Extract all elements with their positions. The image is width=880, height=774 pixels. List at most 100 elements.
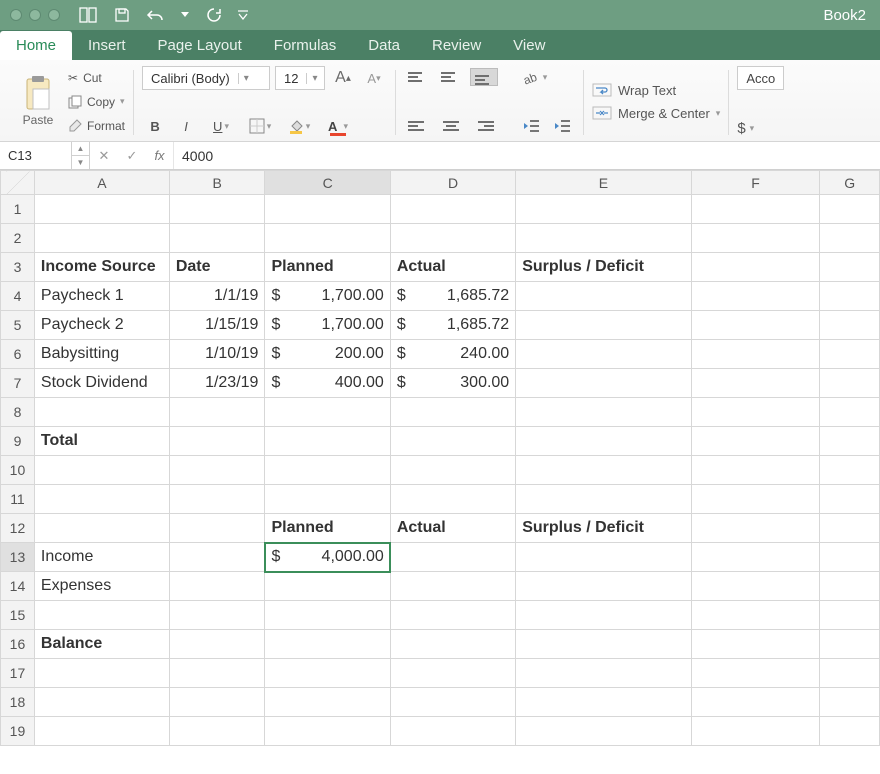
cell[interactable]: [691, 253, 820, 282]
cell[interactable]: [169, 224, 265, 253]
accept-formula-icon[interactable]: ✓: [118, 142, 146, 169]
cell[interactable]: [820, 659, 880, 688]
cell[interactable]: [691, 601, 820, 630]
cell[interactable]: [516, 282, 691, 311]
cell[interactable]: [820, 282, 880, 311]
cell[interactable]: 1/10/19: [169, 340, 265, 369]
cell[interactable]: [691, 311, 820, 340]
cell[interactable]: [265, 224, 390, 253]
wrap-text-button[interactable]: Wrap Text: [592, 83, 720, 98]
cell[interactable]: [265, 456, 390, 485]
col-header-D[interactable]: D: [390, 171, 515, 195]
cell[interactable]: [34, 485, 169, 514]
number-format-select[interactable]: Acco: [737, 66, 784, 90]
cut-button[interactable]: ✂ Cut: [68, 68, 125, 88]
align-center-icon[interactable]: [437, 117, 465, 135]
formula-input[interactable]: 4000: [174, 142, 880, 169]
cell[interactable]: [34, 717, 169, 746]
increase-font-icon[interactable]: A▴: [330, 67, 356, 89]
decrease-indent-icon[interactable]: [518, 115, 544, 137]
cell[interactable]: 1/23/19: [169, 369, 265, 398]
tab-data[interactable]: Data: [352, 31, 416, 60]
cell[interactable]: [516, 601, 691, 630]
cell[interactable]: [390, 398, 515, 427]
align-right-icon[interactable]: [470, 117, 498, 135]
cell[interactable]: [34, 659, 169, 688]
cell[interactable]: [390, 224, 515, 253]
row-header[interactable]: 5: [1, 311, 35, 340]
tab-view[interactable]: View: [497, 31, 561, 60]
cell[interactable]: [820, 456, 880, 485]
font-name-select[interactable]: Calibri (Body) ▾: [142, 66, 270, 90]
select-all-corner[interactable]: [1, 171, 35, 195]
cell[interactable]: Planned: [265, 253, 390, 282]
bold-button[interactable]: B: [142, 115, 168, 137]
cell[interactable]: [691, 195, 820, 224]
cell[interactable]: Surplus / Deficit: [516, 253, 691, 282]
row-header[interactable]: 12: [1, 514, 35, 543]
cell[interactable]: [820, 253, 880, 282]
cell[interactable]: [34, 195, 169, 224]
cell[interactable]: [691, 340, 820, 369]
cell[interactable]: [169, 543, 265, 572]
cell[interactable]: [516, 311, 691, 340]
cell[interactable]: [691, 369, 820, 398]
cell[interactable]: [265, 630, 390, 659]
cell[interactable]: [265, 601, 390, 630]
row-header[interactable]: 9: [1, 427, 35, 456]
cell[interactable]: [390, 572, 515, 601]
align-middle-icon[interactable]: [437, 68, 465, 86]
cell[interactable]: [691, 717, 820, 746]
row-header[interactable]: 3: [1, 253, 35, 282]
cell[interactable]: Actual: [390, 253, 515, 282]
row-header[interactable]: 16: [1, 630, 35, 659]
cell[interactable]: [516, 427, 691, 456]
tab-home[interactable]: Home: [0, 31, 72, 60]
cell[interactable]: [390, 601, 515, 630]
row-header[interactable]: 10: [1, 456, 35, 485]
col-header-G[interactable]: G: [820, 171, 880, 195]
cell[interactable]: [34, 398, 169, 427]
cell[interactable]: [516, 485, 691, 514]
cell[interactable]: [820, 688, 880, 717]
fx-icon[interactable]: fx: [146, 142, 174, 169]
cell[interactable]: [169, 688, 265, 717]
cell[interactable]: [265, 427, 390, 456]
cell[interactable]: [820, 340, 880, 369]
cell[interactable]: [390, 659, 515, 688]
minimize-window-icon[interactable]: [29, 9, 41, 21]
cell[interactable]: [390, 456, 515, 485]
cell[interactable]: [265, 659, 390, 688]
row-header[interactable]: 15: [1, 601, 35, 630]
cell[interactable]: [516, 195, 691, 224]
tab-insert[interactable]: Insert: [72, 31, 142, 60]
cell[interactable]: [516, 543, 691, 572]
cell[interactable]: $200.00: [265, 340, 390, 369]
cell[interactable]: [820, 601, 880, 630]
cell[interactable]: [820, 369, 880, 398]
cell[interactable]: [390, 630, 515, 659]
cell[interactable]: [390, 717, 515, 746]
cell[interactable]: [820, 572, 880, 601]
cell[interactable]: [820, 398, 880, 427]
row-header[interactable]: 4: [1, 282, 35, 311]
cell[interactable]: [169, 659, 265, 688]
cell[interactable]: [820, 224, 880, 253]
fill-color-button[interactable]: ▾: [282, 115, 316, 137]
qat-customize-icon[interactable]: [238, 5, 248, 25]
row-header[interactable]: 14: [1, 572, 35, 601]
cell[interactable]: [516, 717, 691, 746]
cell[interactable]: [516, 224, 691, 253]
cell[interactable]: [169, 572, 265, 601]
cell[interactable]: [34, 601, 169, 630]
cell[interactable]: $1,700.00: [265, 282, 390, 311]
cell[interactable]: $1,700.00: [265, 311, 390, 340]
cell[interactable]: [691, 630, 820, 659]
decrease-font-icon[interactable]: A▾: [361, 67, 387, 89]
format-painter-button[interactable]: Format: [68, 116, 125, 136]
row-header[interactable]: 19: [1, 717, 35, 746]
row-header[interactable]: 1: [1, 195, 35, 224]
copy-button[interactable]: Copy ▾: [68, 92, 125, 112]
cancel-formula-icon[interactable]: ✕: [90, 142, 118, 169]
cell[interactable]: Paycheck 1: [34, 282, 169, 311]
